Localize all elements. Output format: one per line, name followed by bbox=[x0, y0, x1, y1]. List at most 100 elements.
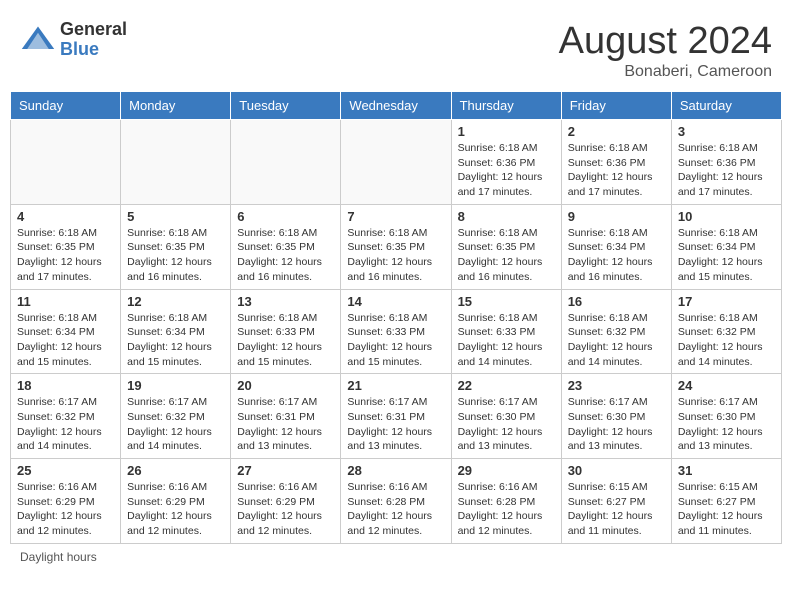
day-cell: 14 Sunrise: 6:18 AM Sunset: 6:33 PM Dayli… bbox=[341, 289, 451, 374]
footer-note: Daylight hours bbox=[10, 544, 782, 570]
col-header-thursday: Thursday bbox=[451, 92, 561, 120]
day-cell: 13 Sunrise: 6:18 AM Sunset: 6:33 PM Dayli… bbox=[231, 289, 341, 374]
day-number: 29 bbox=[458, 463, 555, 478]
day-number: 21 bbox=[347, 378, 444, 393]
week-row-4: 25 Sunrise: 6:16 AM Sunset: 6:29 PM Dayli… bbox=[11, 459, 782, 544]
day-cell: 25Sunrise: 6:16 AM Sunset: 6:29 PM Dayli… bbox=[11, 459, 121, 544]
day-number: 30 bbox=[568, 463, 665, 478]
day-info: Sunrise: 6:17 AM Sunset: 6:32 PM Dayligh… bbox=[127, 395, 224, 454]
day-number: 19 bbox=[127, 378, 224, 393]
header: General Blue August 2024 Bonaberi, Camer… bbox=[10, 10, 782, 86]
day-info: Sunrise: 6:18 AM Sunset: 6:36 PM Dayligh… bbox=[568, 141, 665, 200]
day-info: Sunrise: 6:18 AM Sunset: 6:34 PM Dayligh… bbox=[678, 226, 775, 285]
day-cell: 4Sunrise: 6:18 AM Sunset: 6:35 PM Daylig… bbox=[11, 204, 121, 289]
day-number: 24 bbox=[678, 378, 775, 393]
col-header-saturday: Saturday bbox=[671, 92, 781, 120]
day-cell: 6 Sunrise: 6:18 AM Sunset: 6:35 PM Daylig… bbox=[231, 204, 341, 289]
week-row-0: 1 Sunrise: 6:18 AM Sunset: 6:36 PM Daylig… bbox=[11, 120, 782, 205]
calendar-header-row: SundayMondayTuesdayWednesdayThursdayFrid… bbox=[11, 92, 782, 120]
day-number: 4 bbox=[17, 209, 114, 224]
day-cell: 9 Sunrise: 6:18 AM Sunset: 6:34 PM Daylig… bbox=[561, 204, 671, 289]
day-cell: 29 Sunrise: 6:16 AM Sunset: 6:28 PM Dayli… bbox=[451, 459, 561, 544]
daylight-note: Daylight hours bbox=[20, 550, 97, 564]
day-info: Sunrise: 6:18 AM Sunset: 6:33 PM Dayligh… bbox=[458, 311, 555, 370]
day-cell: 16 Sunrise: 6:18 AM Sunset: 6:32 PM Dayli… bbox=[561, 289, 671, 374]
day-cell: 12 Sunrise: 6:18 AM Sunset: 6:34 PM Dayli… bbox=[121, 289, 231, 374]
day-cell bbox=[121, 120, 231, 205]
day-cell: 21Sunrise: 6:17 AM Sunset: 6:31 PM Dayli… bbox=[341, 374, 451, 459]
day-number: 18 bbox=[17, 378, 114, 393]
day-cell: 1Sunrise: 6:18 AM Sunset: 6:36 PM Daylig… bbox=[451, 120, 561, 205]
day-number: 17 bbox=[678, 294, 775, 309]
day-number: 3 bbox=[678, 124, 775, 139]
day-number: 31 bbox=[678, 463, 775, 478]
col-header-monday: Monday bbox=[121, 92, 231, 120]
day-info: Sunrise: 6:18 AM Sunset: 6:35 PM Dayligh… bbox=[347, 226, 444, 285]
day-cell: 15Sunrise: 6:18 AM Sunset: 6:33 PM Dayli… bbox=[451, 289, 561, 374]
day-number: 28 bbox=[347, 463, 444, 478]
logo-general: General bbox=[60, 20, 127, 40]
col-header-sunday: Sunday bbox=[11, 92, 121, 120]
day-info: Sunrise: 6:18 AM Sunset: 6:34 PM Dayligh… bbox=[17, 311, 114, 370]
day-cell: 11 Sunrise: 6:18 AM Sunset: 6:34 PM Dayli… bbox=[11, 289, 121, 374]
month-title: August 2024 bbox=[559, 20, 772, 63]
day-cell: 17Sunrise: 6:18 AM Sunset: 6:32 PM Dayli… bbox=[671, 289, 781, 374]
day-cell: 19 Sunrise: 6:17 AM Sunset: 6:32 PM Dayli… bbox=[121, 374, 231, 459]
day-number: 23 bbox=[568, 378, 665, 393]
day-info: Sunrise: 6:18 AM Sunset: 6:33 PM Dayligh… bbox=[237, 311, 334, 370]
day-info: Sunrise: 6:17 AM Sunset: 6:32 PM Dayligh… bbox=[17, 395, 114, 454]
day-cell: 31 Sunrise: 6:15 AM Sunset: 6:27 PM Dayli… bbox=[671, 459, 781, 544]
day-info: Sunrise: 6:16 AM Sunset: 6:29 PM Dayligh… bbox=[127, 480, 224, 539]
day-info: Sunrise: 6:15 AM Sunset: 6:27 PM Dayligh… bbox=[568, 480, 665, 539]
day-cell: 7Sunrise: 6:18 AM Sunset: 6:35 PM Daylig… bbox=[341, 204, 451, 289]
col-header-friday: Friday bbox=[561, 92, 671, 120]
day-cell: 27 Sunrise: 6:16 AM Sunset: 6:29 PM Dayli… bbox=[231, 459, 341, 544]
day-number: 11 bbox=[17, 294, 114, 309]
day-info: Sunrise: 6:17 AM Sunset: 6:30 PM Dayligh… bbox=[568, 395, 665, 454]
day-cell: 30 Sunrise: 6:15 AM Sunset: 6:27 PM Dayli… bbox=[561, 459, 671, 544]
day-info: Sunrise: 6:17 AM Sunset: 6:30 PM Dayligh… bbox=[678, 395, 775, 454]
day-number: 27 bbox=[237, 463, 334, 478]
day-info: Sunrise: 6:18 AM Sunset: 6:32 PM Dayligh… bbox=[568, 311, 665, 370]
day-number: 14 bbox=[347, 294, 444, 309]
logo-text: General Blue bbox=[60, 20, 127, 60]
day-cell: 26Sunrise: 6:16 AM Sunset: 6:29 PM Dayli… bbox=[121, 459, 231, 544]
day-number: 8 bbox=[458, 209, 555, 224]
day-info: Sunrise: 6:18 AM Sunset: 6:33 PM Dayligh… bbox=[347, 311, 444, 370]
day-cell: 23 Sunrise: 6:17 AM Sunset: 6:30 PM Dayli… bbox=[561, 374, 671, 459]
day-number: 2 bbox=[568, 124, 665, 139]
week-row-2: 11 Sunrise: 6:18 AM Sunset: 6:34 PM Dayli… bbox=[11, 289, 782, 374]
day-number: 20 bbox=[237, 378, 334, 393]
day-info: Sunrise: 6:18 AM Sunset: 6:35 PM Dayligh… bbox=[237, 226, 334, 285]
day-cell: 8 Sunrise: 6:18 AM Sunset: 6:35 PM Daylig… bbox=[451, 204, 561, 289]
day-number: 12 bbox=[127, 294, 224, 309]
day-info: Sunrise: 6:18 AM Sunset: 6:34 PM Dayligh… bbox=[127, 311, 224, 370]
day-number: 6 bbox=[237, 209, 334, 224]
day-info: Sunrise: 6:17 AM Sunset: 6:30 PM Dayligh… bbox=[458, 395, 555, 454]
day-number: 9 bbox=[568, 209, 665, 224]
day-info: Sunrise: 6:18 AM Sunset: 6:35 PM Dayligh… bbox=[458, 226, 555, 285]
day-info: Sunrise: 6:16 AM Sunset: 6:28 PM Dayligh… bbox=[347, 480, 444, 539]
week-row-1: 4 Sunrise: 6:18 AM Sunset: 6:35 PM Daylig… bbox=[11, 204, 782, 289]
day-info: Sunrise: 6:17 AM Sunset: 6:31 PM Dayligh… bbox=[237, 395, 334, 454]
logo: General Blue bbox=[20, 20, 127, 60]
day-cell bbox=[231, 120, 341, 205]
day-number: 1 bbox=[458, 124, 555, 139]
day-number: 25 bbox=[17, 463, 114, 478]
day-number: 16 bbox=[568, 294, 665, 309]
day-info: Sunrise: 6:16 AM Sunset: 6:29 PM Dayligh… bbox=[237, 480, 334, 539]
day-cell: 28 Sunrise: 6:16 AM Sunset: 6:28 PM Dayli… bbox=[341, 459, 451, 544]
day-info: Sunrise: 6:15 AM Sunset: 6:27 PM Dayligh… bbox=[678, 480, 775, 539]
day-cell bbox=[11, 120, 121, 205]
day-cell: 18 Sunrise: 6:17 AM Sunset: 6:32 PM Dayli… bbox=[11, 374, 121, 459]
day-info: Sunrise: 6:18 AM Sunset: 6:34 PM Dayligh… bbox=[568, 226, 665, 285]
day-cell: 20 Sunrise: 6:17 AM Sunset: 6:31 PM Dayli… bbox=[231, 374, 341, 459]
day-info: Sunrise: 6:16 AM Sunset: 6:28 PM Dayligh… bbox=[458, 480, 555, 539]
day-cell: 22Sunrise: 6:17 AM Sunset: 6:30 PM Dayli… bbox=[451, 374, 561, 459]
title-area: August 2024 Bonaberi, Cameroon bbox=[559, 20, 772, 81]
day-number: 13 bbox=[237, 294, 334, 309]
day-cell: 10Sunrise: 6:18 AM Sunset: 6:34 PM Dayli… bbox=[671, 204, 781, 289]
day-number: 5 bbox=[127, 209, 224, 224]
col-header-wednesday: Wednesday bbox=[341, 92, 451, 120]
location: Bonaberi, Cameroon bbox=[559, 63, 772, 81]
